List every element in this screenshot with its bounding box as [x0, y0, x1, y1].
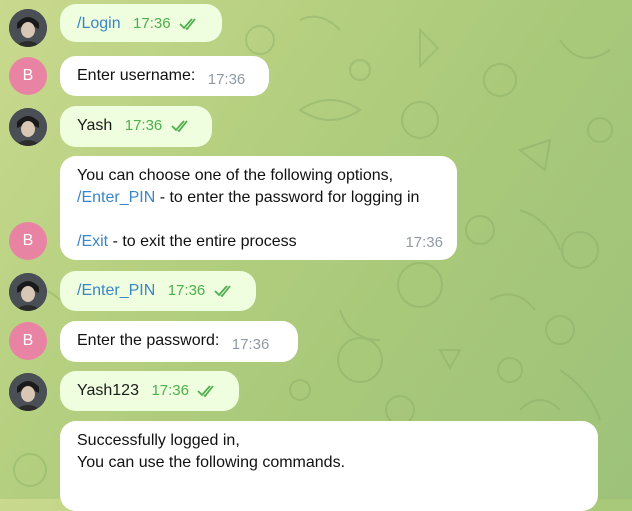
double-check-icon [197, 385, 215, 397]
bot-avatar-letter: B [22, 67, 34, 84]
message-line: /Exit - to exit the entire process [77, 231, 440, 253]
message-text: Successfully logged in, [77, 432, 240, 449]
user-avatar-icon [9, 373, 47, 411]
user-avatar-icon [9, 9, 47, 47]
bot-avatar[interactable]: B [9, 57, 47, 95]
command-link[interactable]: /Login [77, 15, 121, 32]
user-avatar[interactable] [9, 108, 47, 146]
message-bubble-incoming[interactable]: Enter the password: 17:36 [60, 321, 298, 362]
message-bubble-incoming[interactable]: Enter username: 17:36 [60, 56, 269, 96]
command-link[interactable]: /Exit [77, 233, 108, 250]
user-avatar[interactable] [9, 273, 47, 311]
user-avatar-icon [9, 273, 47, 311]
double-check-icon [214, 285, 231, 297]
bot-avatar[interactable]: B [9, 322, 47, 360]
message-text: Enter username: [77, 67, 196, 84]
message-time: 17:36 [167, 282, 206, 299]
user-avatar[interactable] [9, 9, 47, 47]
message-time: 17:36 [231, 336, 270, 353]
message-bubble-outgoing[interactable]: /Login 17:36 [60, 4, 222, 42]
message-text: Yash123 [77, 382, 139, 399]
bot-avatar-letter: B [22, 332, 34, 349]
double-check-icon [179, 18, 196, 30]
command-link[interactable]: /Enter_PIN [77, 282, 155, 299]
message-bubble-incoming[interactable]: You can choose one of the following opti… [60, 156, 457, 260]
message-bubble-outgoing[interactable]: /Enter_PIN 17:36 [60, 271, 256, 311]
user-avatar[interactable] [9, 373, 47, 411]
message-bubble-outgoing[interactable]: Yash 17:36 [60, 106, 212, 147]
message-text: Yash [77, 117, 113, 134]
message-time: 17:36 [151, 382, 189, 399]
message-line: /Enter_PIN - to enter the password for l… [77, 187, 440, 209]
command-description: - to enter the password for logging in [155, 189, 420, 206]
message-time: 17:36 [133, 15, 171, 32]
user-avatar-icon [9, 108, 47, 146]
message-bubble-incoming[interactable]: Successfully logged in, You can use the … [60, 421, 598, 511]
message-text: You can use the following commands. [77, 454, 346, 471]
message-time: 17:36 [405, 234, 443, 251]
message-time: 17:36 [124, 117, 163, 134]
message-text: Enter the password: [77, 332, 220, 349]
double-check-icon [171, 120, 188, 132]
command-link[interactable]: /Enter_PIN [77, 189, 155, 206]
bot-avatar[interactable]: B [9, 222, 47, 260]
bot-avatar-letter: B [22, 232, 34, 249]
message-time: 17:36 [207, 71, 246, 88]
message-text: You can choose one of the following opti… [77, 167, 394, 184]
message-bubble-outgoing[interactable]: Yash123 17:36 [60, 371, 239, 411]
command-description: - to exit the entire process [108, 233, 297, 250]
